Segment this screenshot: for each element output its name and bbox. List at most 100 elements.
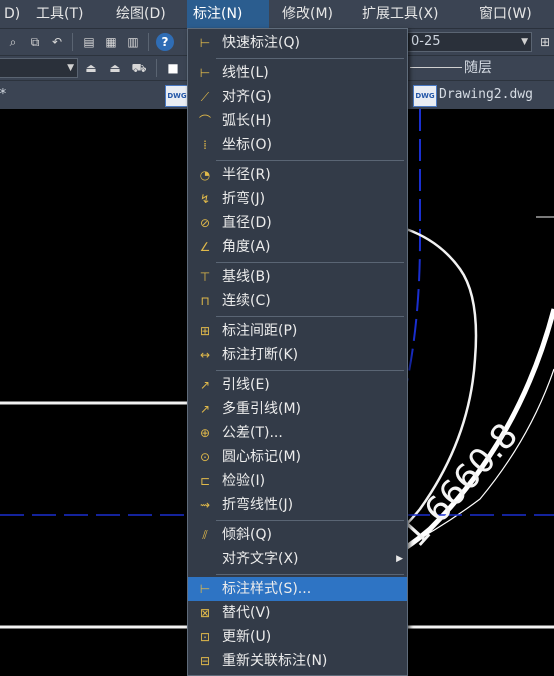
- menu-item-label: 检验(I): [222, 473, 266, 489]
- menu-item-multileader[interactable]: ↗ 多重引线(M): [188, 397, 407, 421]
- menu-item-update[interactable]: ⊡ 更新(U): [188, 625, 407, 649]
- menu-item-dim-break[interactable]: ↔ 标注打断(K): [188, 343, 407, 367]
- menu-item-label: 对齐文字(X): [222, 551, 299, 567]
- dimspace-icon: ⊞: [199, 324, 211, 338]
- menu-item-label: 半径(R): [222, 167, 271, 183]
- menu-item-label: 多重引线(M): [222, 401, 302, 417]
- chevron-down-icon: ▼: [67, 63, 74, 73]
- mleader-icon: ↗: [199, 402, 211, 416]
- menu-divider: [216, 520, 404, 521]
- menu-dimension[interactable]: 标注(N): [187, 0, 269, 28]
- dimstyle-icon: ⊢: [199, 582, 211, 596]
- menu-item-radius[interactable]: ◔ 半径(R): [188, 163, 407, 187]
- jogged-icon: ↯: [199, 192, 211, 206]
- menu-item-dim-style[interactable]: ⊢ 标注样式(S)...: [188, 577, 407, 601]
- zoom-previous-icon[interactable]: ↶: [48, 33, 66, 51]
- properties-icon[interactable]: ▤: [80, 33, 98, 51]
- dimension-text: 1 6660.8: [395, 416, 526, 555]
- menu-item-label: 连续(C): [222, 293, 271, 309]
- menu-item-label: 圆心标记(M): [222, 449, 302, 465]
- menu-item-override[interactable]: ⊠ 替代(V): [188, 601, 407, 625]
- menu-item-tolerance[interactable]: ⊕ 公差(T)...: [188, 421, 407, 445]
- menu-item-aligned[interactable]: ⟋ 对齐(G): [188, 85, 407, 109]
- menu-item-diameter[interactable]: ⊘ 直径(D): [188, 211, 407, 235]
- menu-item-label: 角度(A): [222, 239, 271, 255]
- center-mark-icon: ⊙: [199, 450, 211, 464]
- layer-previous-icon[interactable]: ⏏: [106, 59, 124, 77]
- menu-item-align-text[interactable]: 对齐文字(X) ▶: [188, 547, 407, 571]
- menu-item-inspection[interactable]: ⊏ 检验(I): [188, 469, 407, 493]
- dimstyle-value: 0-25: [411, 34, 441, 49]
- zoom-window-icon[interactable]: ⧉: [26, 33, 44, 51]
- submenu-arrow-icon: ▶: [396, 554, 403, 564]
- menu-view-partial[interactable]: D): [0, 0, 26, 28]
- design-center-icon[interactable]: ▦: [102, 33, 120, 51]
- baseline-icon: ⊤: [199, 270, 211, 284]
- menu-item-angular[interactable]: ∠ 角度(A): [188, 235, 407, 259]
- menu-item-label: 线性(L): [222, 65, 269, 81]
- menu-item-ordinate[interactable]: ⁞ 坐标(O): [188, 133, 407, 157]
- menu-item-label: 直径(D): [222, 215, 272, 231]
- tool-palette-icon[interactable]: ▥: [124, 33, 142, 51]
- update-icon: ⊡: [199, 630, 211, 644]
- layer-value[interactable]: 随层: [464, 56, 492, 80]
- aligned-dim-icon: ⟋: [200, 90, 210, 104]
- menu-item-arc-length[interactable]: ⌒ 弧长(H): [188, 109, 407, 133]
- chevron-down-icon: ▼: [521, 37, 528, 47]
- menu-item-center-mark[interactable]: ⊙ 圆心标记(M): [188, 445, 407, 469]
- menu-draw[interactable]: 绘图(D): [110, 0, 172, 28]
- toolbar-divider: [156, 59, 157, 77]
- menu-modify[interactable]: 修改(M): [276, 0, 339, 28]
- dimstyle-dropdown[interactable]: 0-25 ▼: [406, 32, 532, 52]
- menu-item-label: 折弯线性(J): [222, 497, 294, 513]
- linetype-sample: [410, 67, 462, 68]
- toolbar-divider: [148, 33, 149, 51]
- menu-item-label: 重新关联标注(N): [222, 653, 328, 669]
- menu-item-label: 快速标注(Q): [222, 35, 300, 51]
- dwg-file-icon: DWG: [165, 85, 189, 107]
- menu-divider: [216, 370, 404, 371]
- menu-item-label: 弧长(H): [222, 113, 272, 129]
- menu-item-leader[interactable]: ↗ 引线(E): [188, 373, 407, 397]
- menu-item-label: 引线(E): [222, 377, 270, 393]
- tolerance-icon: ⊕: [199, 426, 211, 440]
- toolbar-divider: [72, 33, 73, 51]
- menu-window[interactable]: 窗口(W): [473, 0, 538, 28]
- linear-dim-icon: ⊢: [199, 66, 211, 80]
- menu-item-dim-space[interactable]: ⊞ 标注间距(P): [188, 319, 407, 343]
- menu-item-label: 坐标(O): [222, 137, 272, 153]
- menu-item-oblique[interactable]: ⫽ 倾斜(Q): [188, 523, 407, 547]
- dimstyle-manager-icon[interactable]: ⊞: [536, 33, 554, 51]
- zoom-icon[interactable]: ⌕: [4, 33, 22, 51]
- menu-item-jogged-linear[interactable]: ⇝ 折弯线性(J): [188, 493, 407, 517]
- menu-item-quick-dim[interactable]: ⊢ 快速标注(Q): [188, 31, 407, 55]
- menu-item-reassociate[interactable]: ⊟ 重新关联标注(N): [188, 649, 407, 673]
- menu-item-baseline[interactable]: ⊤ 基线(B): [188, 265, 407, 289]
- leader-icon: ↗: [199, 378, 211, 392]
- menu-item-label: 标注样式(S)...: [222, 581, 312, 597]
- jogged-linear-icon: ⇝: [199, 498, 211, 512]
- ordinate-icon: ⁞: [203, 138, 207, 152]
- menu-divider: [216, 574, 404, 575]
- menu-item-jogged[interactable]: ↯ 折弯(J): [188, 187, 407, 211]
- menu-item-linear[interactable]: ⊢ 线性(L): [188, 61, 407, 85]
- menu-item-label: 标注打断(K): [222, 347, 299, 363]
- menu-tools[interactable]: 工具(T): [30, 0, 89, 28]
- color-swatch-icon[interactable]: ■: [164, 59, 182, 77]
- continue-icon: ⊓: [200, 294, 210, 308]
- dimension-menu: ⊢ 快速标注(Q) ⊢ 线性(L) ⟋ 对齐(G) ⌒ 弧长(H) ⁞ 坐标(O…: [187, 28, 408, 676]
- layer-state-icon[interactable]: ⏏: [82, 59, 100, 77]
- menu-item-continue[interactable]: ⊓ 连续(C): [188, 289, 407, 313]
- reassociate-icon: ⊟: [199, 654, 211, 668]
- arc-length-icon: ⌒: [198, 114, 211, 128]
- menu-item-label: 更新(U): [222, 629, 272, 645]
- menu-item-label: 折弯(J): [222, 191, 266, 207]
- tab-unsaved-marker[interactable]: *: [0, 81, 7, 109]
- help-icon[interactable]: ?: [156, 33, 174, 51]
- menu-divider: [216, 262, 404, 263]
- layer-dropdown[interactable]: ▼: [0, 58, 78, 78]
- menu-item-label: 标注间距(P): [222, 323, 298, 339]
- menu-express-tools[interactable]: 扩展工具(X): [356, 0, 445, 28]
- tab-drawing2[interactable]: Drawing2.dwg: [439, 81, 533, 109]
- layer-match-icon[interactable]: ⛟: [130, 59, 148, 77]
